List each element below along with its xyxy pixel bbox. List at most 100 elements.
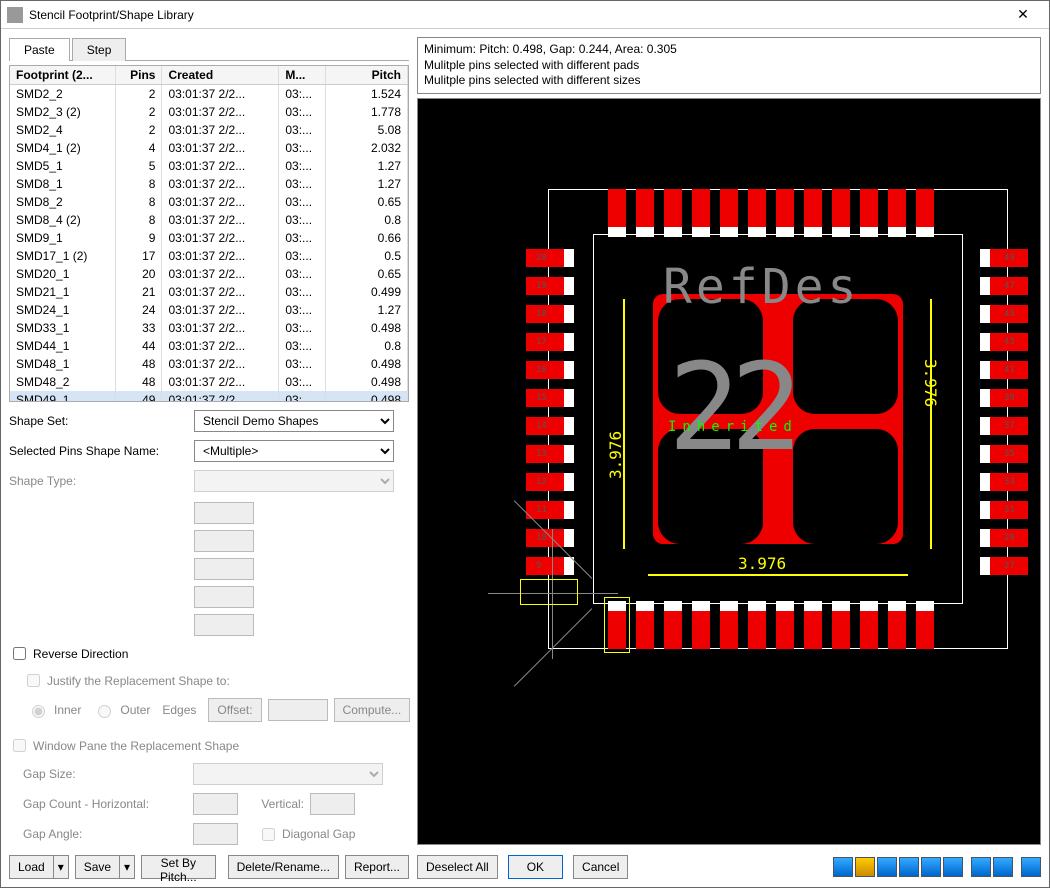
report-button[interactable]: Report...: [345, 855, 409, 879]
gap-count-v-input: [310, 793, 355, 815]
gap-count-v-label: Vertical:: [244, 797, 304, 811]
tab-paste[interactable]: Paste: [9, 38, 70, 61]
table-row[interactable]: SMD5_1503:01:37 2/2...03:...1.27: [10, 157, 408, 175]
table-row[interactable]: SMD9_1903:01:37 2/2...03:...0.66: [10, 229, 408, 247]
gap-angle-row: Gap Angle: Diagonal Gap: [23, 823, 409, 845]
table-row[interactable]: SMD2_3 (2)203:01:37 2/2...03:...1.778: [10, 103, 408, 121]
param-inputs: [194, 502, 409, 636]
set-by-pitch-button[interactable]: Set By Pitch...: [141, 855, 216, 879]
gap-count-h-input: [193, 793, 238, 815]
gap-size-select: [193, 763, 383, 785]
col-created[interactable]: Created: [162, 66, 279, 85]
shape-set-select[interactable]: Stencil Demo Shapes: [194, 410, 394, 432]
gap-angle-input: [193, 823, 238, 845]
reverse-direction-label: Reverse Direction: [33, 647, 128, 661]
selected-pins-label: Selected Pins Shape Name:: [9, 444, 194, 458]
app-icon: [7, 7, 23, 23]
tabs: Paste Step: [9, 37, 409, 61]
table-row[interactable]: SMD8_2803:01:37 2/2...03:...0.65: [10, 193, 408, 211]
table-row[interactable]: SMD48_24803:01:37 2/2...03:...0.498: [10, 373, 408, 391]
justify-checkbox: [27, 674, 40, 687]
titlebar: Stencil Footprint/Shape Library ✕: [1, 1, 1049, 29]
param-input-1: [194, 502, 254, 524]
col-pins[interactable]: Pins: [115, 66, 162, 85]
footprint-preview[interactable]: RefDes22Inherited20191817161514131211109…: [417, 98, 1041, 845]
delete-rename-button[interactable]: Delete/Rename...: [228, 855, 339, 879]
info-line-1: Minimum: Pitch: 0.498, Gap: 0.244, Area:…: [424, 42, 1034, 58]
table-row[interactable]: SMD4_1 (2)403:01:37 2/2...03:...2.032: [10, 139, 408, 157]
table-row[interactable]: SMD44_14403:01:37 2/2...03:...0.8: [10, 337, 408, 355]
tab-step[interactable]: Step: [72, 38, 127, 61]
window-pane-checkbox: [13, 739, 26, 752]
gap-count-row: Gap Count - Horizontal: Vertical:: [23, 793, 409, 815]
tool-icon-7[interactable]: [971, 857, 991, 877]
toolbar-icons: [831, 857, 1041, 877]
inner-label: Inner: [54, 703, 81, 717]
ok-button[interactable]: OK: [508, 855, 563, 879]
load-button[interactable]: Load: [9, 855, 53, 879]
left-button-row: Load ▾ Save ▾ Set By Pitch... Delete/Ren…: [9, 849, 409, 879]
selected-pins-select[interactable]: <Multiple>: [194, 440, 394, 462]
col-modified[interactable]: M...: [279, 66, 326, 85]
cancel-button[interactable]: Cancel: [573, 855, 628, 879]
tool-icon-2[interactable]: [855, 857, 875, 877]
table-row[interactable]: SMD2_2203:01:37 2/2...03:...1.524: [10, 85, 408, 104]
table-row[interactable]: SMD33_13303:01:37 2/2...03:...0.498: [10, 319, 408, 337]
table-row[interactable]: SMD24_12403:01:37 2/2...03:...1.27: [10, 301, 408, 319]
inner-radio: [32, 705, 45, 718]
param-input-2: [194, 530, 254, 552]
window-pane-label: Window Pane the Replacement Shape: [33, 739, 239, 753]
justify-row: Justify the Replacement Shape to:: [23, 671, 409, 690]
table-row[interactable]: SMD8_1803:01:37 2/2...03:...1.27: [10, 175, 408, 193]
info-line-3: Mulitple pins selected with different si…: [424, 73, 1034, 89]
offset-input: [268, 699, 328, 721]
table-row[interactable]: SMD8_4 (2)803:01:37 2/2...03:...0.8: [10, 211, 408, 229]
tool-icon-9[interactable]: [1021, 857, 1041, 877]
param-input-5: [194, 614, 254, 636]
save-button[interactable]: Save: [75, 855, 119, 879]
save-caret-icon[interactable]: ▾: [119, 855, 135, 879]
load-caret-icon[interactable]: ▾: [53, 855, 69, 879]
main-window: Stencil Footprint/Shape Library ✕ Paste …: [0, 0, 1050, 888]
shape-type-row: Shape Type:: [9, 470, 409, 492]
right-panel: Minimum: Pitch: 0.498, Gap: 0.244, Area:…: [417, 37, 1041, 879]
col-pitch[interactable]: Pitch: [326, 66, 408, 85]
load-split: Load ▾: [9, 855, 69, 879]
tool-icon-1[interactable]: [833, 857, 853, 877]
save-split: Save ▾: [75, 855, 135, 879]
deselect-all-button[interactable]: Deselect All: [417, 855, 498, 879]
shape-set-row: Shape Set: Stencil Demo Shapes: [9, 410, 409, 432]
info-line-2: Mulitple pins selected with different pa…: [424, 58, 1034, 74]
table-row[interactable]: SMD20_12003:01:37 2/2...03:...0.65: [10, 265, 408, 283]
table-row[interactable]: SMD49_14903:01:37 2/2...03:...0.498: [10, 391, 408, 402]
table-row[interactable]: SMD21_12103:01:37 2/2...03:...0.499: [10, 283, 408, 301]
shape-type-select: [194, 470, 394, 492]
info-box: Minimum: Pitch: 0.498, Gap: 0.244, Area:…: [417, 37, 1041, 94]
param-input-3: [194, 558, 254, 580]
right-button-row: Deselect All OK Cancel: [417, 849, 1041, 879]
col-footprint[interactable]: Footprint (2...: [10, 66, 115, 85]
close-icon[interactable]: ✕: [1003, 6, 1043, 23]
selected-pins-row: Selected Pins Shape Name: <Multiple>: [9, 440, 409, 462]
offset-button: Offset:: [208, 698, 261, 722]
reverse-direction-checkbox[interactable]: [13, 647, 26, 660]
reverse-direction-row: Reverse Direction: [9, 644, 409, 663]
tool-icon-6[interactable]: [943, 857, 963, 877]
param-input-4: [194, 586, 254, 608]
table-row[interactable]: SMD48_14803:01:37 2/2...03:...0.498: [10, 355, 408, 373]
shape-type-label: Shape Type:: [9, 474, 194, 488]
tool-icon-4[interactable]: [899, 857, 919, 877]
shape-set-label: Shape Set:: [9, 414, 194, 428]
outer-radio: [98, 705, 111, 718]
diagonal-gap-checkbox: [262, 828, 275, 841]
table-row[interactable]: SMD17_1 (2)1703:01:37 2/2...03:...0.5: [10, 247, 408, 265]
gap-count-h-label: Gap Count - Horizontal:: [23, 797, 193, 811]
tool-icon-8[interactable]: [993, 857, 1013, 877]
window-title: Stencil Footprint/Shape Library: [29, 8, 1003, 22]
compute-button: Compute...: [334, 698, 411, 722]
footprint-table[interactable]: Footprint (2... Pins Created M... Pitch …: [9, 65, 409, 402]
diagonal-gap-label: Diagonal Gap: [282, 827, 355, 841]
tool-icon-5[interactable]: [921, 857, 941, 877]
table-row[interactable]: SMD2_4203:01:37 2/2...03:...5.08: [10, 121, 408, 139]
tool-icon-3[interactable]: [877, 857, 897, 877]
